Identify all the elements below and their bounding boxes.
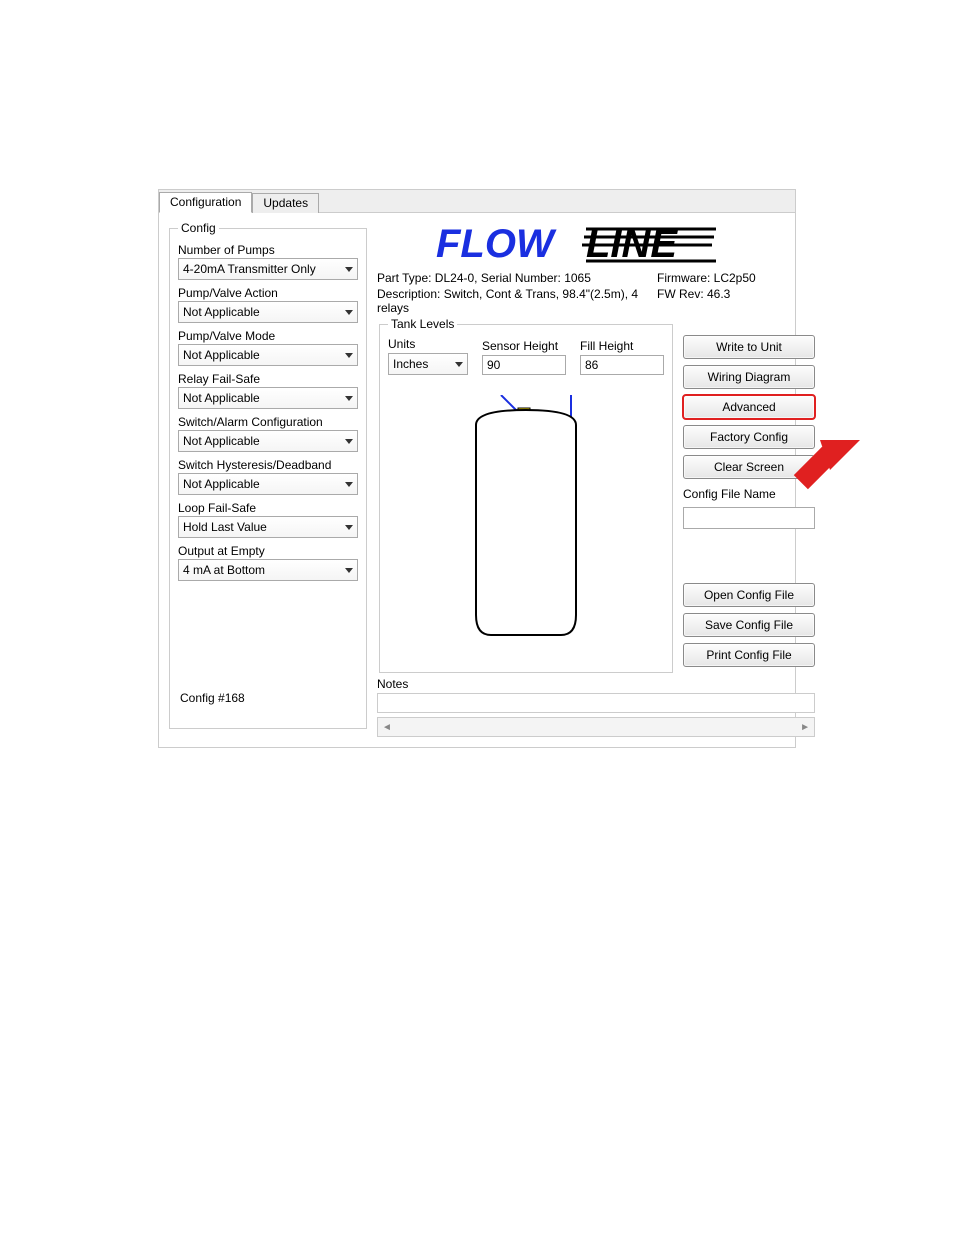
combo-pump-valve-action[interactable]: Not Applicable [178,301,358,323]
config-file-name-input[interactable] [683,507,815,529]
label-output-empty: Output at Empty [178,544,358,558]
factory-config-button[interactable]: Factory Config [683,425,815,449]
fill-height-label: Fill Height [580,339,664,353]
sensor-height-label: Sensor Height [482,339,566,353]
config-file-name-label: Config File Name [683,487,815,501]
chevron-down-icon [345,310,353,315]
description: Description: Switch, Cont & Trans, 98.4"… [377,287,657,315]
config-legend: Config [178,221,219,235]
chevron-down-icon [345,267,353,272]
chevron-down-icon [345,439,353,444]
notes-scrollbar[interactable]: ◄ ► [377,717,815,737]
open-config-file-button[interactable]: Open Config File [683,583,815,607]
save-config-file-button[interactable]: Save Config File [683,613,815,637]
combo-relay-fail-safe[interactable]: Not Applicable [178,387,358,409]
label-loop-fail-safe: Loop Fail-Safe [178,501,358,515]
notes-label: Notes [377,677,815,691]
scroll-right-icon[interactable]: ► [800,722,810,733]
combo-switch-hyst[interactable]: Not Applicable [178,473,358,495]
part-serial: Part Type: DL24-0, Serial Number: 1065 [377,271,657,285]
chevron-down-icon [345,353,353,358]
tank-levels-legend: Tank Levels [388,317,457,331]
scroll-left-icon[interactable]: ◄ [382,722,392,733]
print-config-file-button[interactable]: Print Config File [683,643,815,667]
tab-strip: Configuration Updates [159,190,795,213]
tank-diagram [388,395,664,648]
combo-pump-valve-mode[interactable]: Not Applicable [178,344,358,366]
chevron-down-icon [345,525,353,530]
combo-output-empty[interactable]: 4 mA at Bottom [178,559,358,581]
tab-configuration[interactable]: Configuration [159,192,252,213]
config-groupbox: Config Number of Pumps 4-20mA Transmitte… [169,221,367,729]
label-num-pumps: Number of Pumps [178,243,358,257]
tab-updates[interactable]: Updates [252,193,319,213]
write-to-unit-button[interactable]: Write to Unit [683,335,815,359]
combo-switch-alarm-cfg[interactable]: Not Applicable [178,430,358,452]
chevron-down-icon [345,396,353,401]
label-relay-fail-safe: Relay Fail-Safe [178,372,358,386]
config-number: Config #168 [178,691,358,705]
wiring-diagram-button[interactable]: Wiring Diagram [683,365,815,389]
clear-screen-button[interactable]: Clear Screen [683,455,815,479]
chevron-down-icon [455,362,463,367]
label-switch-alarm-cfg: Switch/Alarm Configuration [178,415,358,429]
label-pump-valve-mode: Pump/Valve Mode [178,329,358,343]
chevron-down-icon [345,482,353,487]
label-switch-hyst: Switch Hysteresis/Deadband [178,458,358,472]
notes-input[interactable] [377,693,815,713]
firmware: Firmware: LC2p50 [657,271,807,285]
label-pump-valve-action: Pump/Valve Action [178,286,358,300]
svg-text:FLOW: FLOW [436,222,557,265]
sensor-height-input[interactable] [482,355,566,375]
fill-height-input[interactable] [580,355,664,375]
flowline-logo: FLOW LINE [436,221,756,265]
units-label: Units [388,337,468,351]
chevron-down-icon [345,568,353,573]
combo-loop-fail-safe[interactable]: Hold Last Value [178,516,358,538]
tank-levels-groupbox: Tank Levels Units Inches Sensor Height [379,317,673,673]
combo-units[interactable]: Inches [388,353,468,375]
config-window: Configuration Updates Config Number of P… [158,189,796,748]
combo-num-pumps[interactable]: 4-20mA Transmitter Only [178,258,358,280]
advanced-button[interactable]: Advanced [683,395,815,419]
fw-rev: FW Rev: 46.3 [657,287,807,301]
